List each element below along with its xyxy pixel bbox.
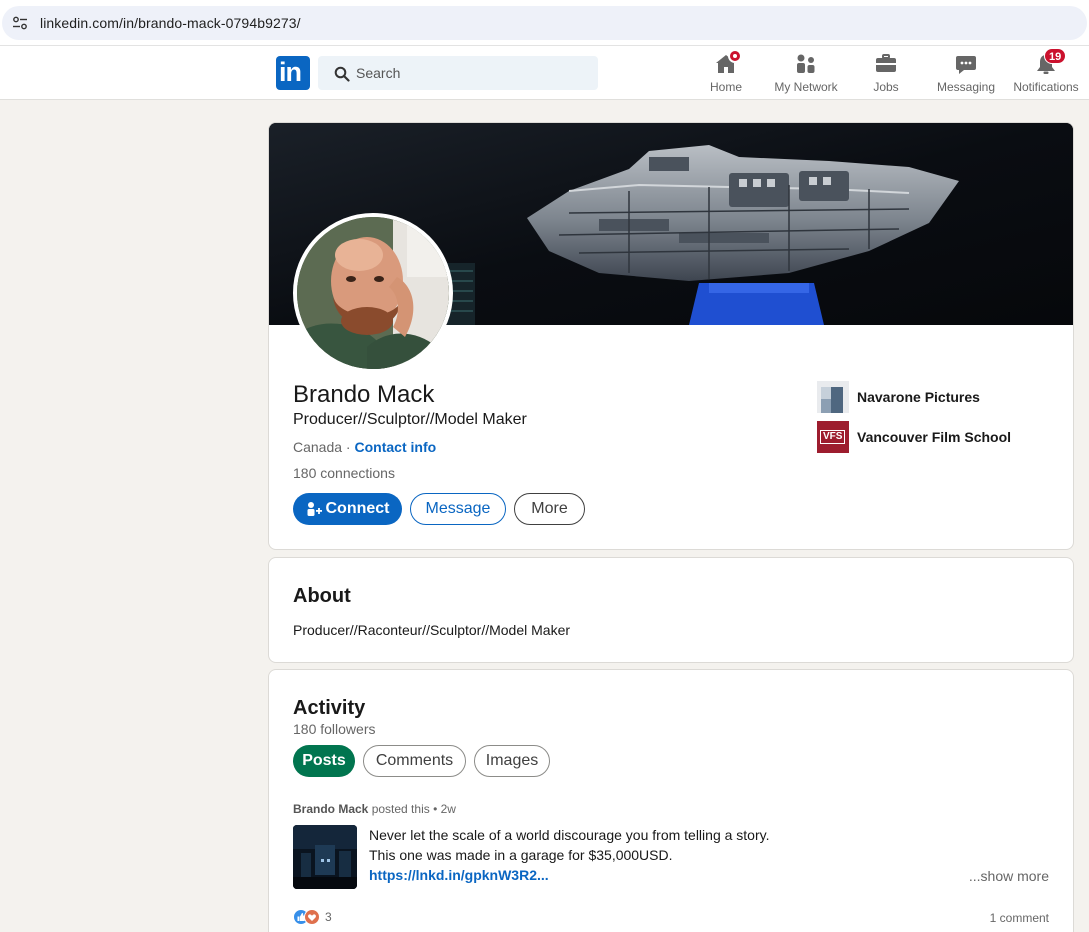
home-notification-dot	[728, 49, 742, 63]
profile-location: Canada	[293, 439, 343, 455]
home-icon	[714, 49, 742, 78]
people-icon	[794, 52, 818, 78]
logo-text: in	[279, 57, 302, 87]
nav-my-network-label: My Network	[774, 80, 838, 94]
nav-my-network[interactable]: My Network	[772, 52, 840, 96]
nav-jobs-label: Jobs	[873, 80, 899, 94]
profile-location-row: Canada · Contact info	[293, 439, 436, 455]
org-name-vfs: Vancouver Film School	[857, 429, 1012, 445]
nav-home[interactable]: Home	[706, 49, 746, 96]
profile-headline: Producer//Sculptor//Model Maker	[293, 411, 527, 428]
post-meta: Brando Mack posted this • 2w	[293, 802, 456, 816]
org-name-navarone: Navarone Pictures	[857, 389, 980, 405]
nav-messaging[interactable]: Messaging	[936, 52, 996, 96]
tab-images[interactable]: Images	[474, 745, 550, 777]
profile-avatar[interactable]	[293, 213, 453, 373]
followers-count: 180 followers	[293, 721, 376, 737]
post-text-line-2: This one was made in a garage for $35,00…	[369, 847, 673, 863]
about-title: About	[293, 585, 351, 607]
connections-count[interactable]: 180 connections	[293, 465, 395, 481]
nav-notifications[interactable]: 19 Notifications	[1011, 48, 1081, 96]
tab-posts[interactable]: Posts	[293, 745, 355, 777]
url-text: linkedin.com/in/brando-mack-0794b9273/	[40, 15, 301, 31]
more-button[interactable]: More	[514, 493, 585, 525]
post-reactions[interactable]: 3	[293, 909, 332, 925]
post-author[interactable]: Brando Mack	[293, 802, 368, 816]
message-button[interactable]: Message	[410, 493, 506, 525]
linkedin-logo[interactable]: in	[276, 56, 310, 90]
vancouver-film-school-logo: VFS	[817, 421, 849, 453]
nav-messaging-label: Messaging	[936, 80, 996, 94]
reaction-count: 3	[325, 910, 332, 924]
profile-card: Brando Mack Producer//Sculptor//Model Ma…	[268, 122, 1074, 550]
activity-card: Activity 180 followers Posts Comments Im…	[268, 669, 1074, 932]
activity-title: Activity	[293, 697, 366, 719]
org-navarone-pictures[interactable]: Navarone Pictures	[817, 381, 980, 413]
search-icon	[334, 66, 350, 82]
url-field[interactable]: linkedin.com/in/brando-mack-0794b9273/	[2, 6, 1087, 40]
tab-comments[interactable]: Comments	[363, 745, 466, 777]
contact-info-link[interactable]: Contact info	[355, 439, 437, 455]
top-navigation: in Home My Network	[0, 46, 1089, 100]
nav-jobs[interactable]: Jobs	[868, 52, 904, 96]
profile-name: Brando Mack	[293, 381, 435, 408]
post-time: posted this • 2w	[368, 802, 456, 816]
connect-button-label: Connect	[325, 500, 390, 517]
location-separator: ·	[342, 439, 355, 455]
vfs-logo-text: VFS	[820, 430, 846, 444]
comments-count[interactable]: 1 comment	[990, 911, 1049, 925]
notifications-badge: 19	[1044, 48, 1067, 64]
like-love-reaction-icons	[293, 909, 320, 925]
browser-address-bar: linkedin.com/in/brando-mack-0794b9273/	[0, 0, 1089, 46]
chat-icon	[954, 52, 978, 78]
post-link[interactable]: https://lnkd.in/gpknW3R2...	[369, 867, 549, 883]
navarone-pictures-logo	[817, 381, 849, 413]
about-text: Producer//Raconteur//Sculptor//Model Mak…	[293, 622, 571, 638]
post-thumbnail[interactable]	[293, 825, 357, 889]
show-more-link[interactable]: ...show more	[969, 868, 1049, 884]
site-settings-icon[interactable]	[12, 16, 28, 30]
bell-icon: 19	[1034, 48, 1067, 78]
search-input[interactable]	[356, 56, 586, 90]
search-box[interactable]	[318, 56, 598, 90]
nav-home-label: Home	[709, 80, 742, 94]
post-text-line-1: Never let the scale of a world discourag…	[369, 827, 770, 843]
connect-button[interactable]: Connect	[293, 493, 402, 525]
nav-notifications-label: Notifications	[1013, 80, 1079, 94]
add-person-icon	[307, 502, 322, 516]
briefcase-icon	[874, 52, 898, 78]
about-card: About Producer//Raconteur//Sculptor//Mod…	[268, 557, 1074, 663]
org-vancouver-film-school[interactable]: VFS Vancouver Film School	[817, 421, 1011, 453]
